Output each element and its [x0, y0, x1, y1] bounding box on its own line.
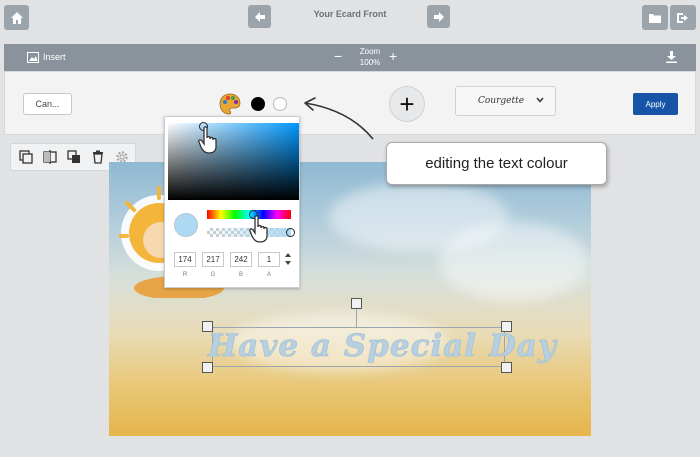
green-label: G	[210, 272, 216, 278]
blue-label: B	[238, 272, 243, 278]
swatch-black[interactable]	[251, 97, 265, 111]
insert-button[interactable]: Insert	[43, 52, 66, 62]
exit-button[interactable]	[670, 5, 696, 30]
resize-handle-bottom-left[interactable]	[202, 362, 213, 373]
cloud-decoration	[439, 222, 589, 302]
rotate-handle[interactable]	[351, 298, 362, 309]
font-select[interactable]: Courgette	[455, 86, 556, 116]
trash-icon[interactable]	[91, 150, 105, 164]
chevron-down-icon	[536, 97, 544, 103]
back-button[interactable]	[248, 5, 271, 28]
annotation-arrow	[304, 97, 374, 140]
red-label: R	[182, 272, 188, 278]
green-input[interactable]: 217	[202, 252, 224, 267]
blue-input[interactable]: 242	[230, 252, 252, 267]
home-icon	[10, 11, 23, 24]
zoom-value: 100%	[359, 58, 381, 67]
zoom-readout: Zoom 100%	[352, 46, 388, 68]
forward-button[interactable]	[427, 5, 450, 28]
arrow-left-icon	[254, 11, 265, 22]
exit-icon	[677, 12, 688, 23]
cancel-button[interactable]: Can...	[23, 93, 72, 115]
home-button[interactable]	[4, 5, 29, 30]
download-icon[interactable]	[666, 51, 677, 63]
resize-handle-top-right[interactable]	[501, 321, 512, 332]
resize-handle-bottom-right[interactable]	[501, 362, 512, 373]
color-picker: 174 217 242 1 R G B A	[164, 116, 300, 288]
layer-order-icon[interactable]	[67, 150, 81, 164]
alpha-knob[interactable]	[286, 228, 295, 237]
zoom-in-button[interactable]: +	[389, 48, 397, 64]
zoom-label: Zoom	[359, 47, 381, 56]
insert-toolbar: Insert − Zoom 100% +	[4, 44, 696, 71]
red-input[interactable]: 174	[174, 252, 196, 267]
hand-cursor-icon	[198, 126, 217, 154]
saturation-value-area[interactable]	[168, 123, 299, 200]
alpha-label: A	[266, 272, 271, 278]
hand-cursor-icon	[249, 215, 268, 243]
image-icon[interactable]	[27, 52, 39, 63]
flip-icon[interactable]	[43, 150, 57, 164]
zoom-out-button[interactable]: −	[334, 48, 342, 64]
duplicate-icon[interactable]	[19, 150, 33, 164]
apply-button[interactable]: Apply	[633, 93, 678, 115]
resize-handle-top-left[interactable]	[202, 321, 213, 332]
color-preview	[174, 213, 198, 237]
font-select-value: Courgette	[478, 96, 525, 106]
add-button[interactable]: +	[389, 86, 425, 122]
folder-icon	[649, 13, 661, 23]
format-toggle-icon[interactable]	[285, 253, 291, 265]
alpha-input[interactable]: 1	[258, 252, 280, 267]
swatch-white[interactable]	[273, 97, 287, 111]
page-title: Your Ecard Front	[313, 9, 387, 19]
card-text[interactable]: Have a Special Day	[208, 324, 556, 368]
open-folder-button[interactable]	[642, 5, 668, 30]
annotation-callout: editing the text colour	[386, 142, 607, 185]
top-bar: Your Ecard Front	[0, 0, 700, 40]
arrow-right-icon	[433, 11, 444, 22]
palette-icon[interactable]	[219, 93, 241, 115]
